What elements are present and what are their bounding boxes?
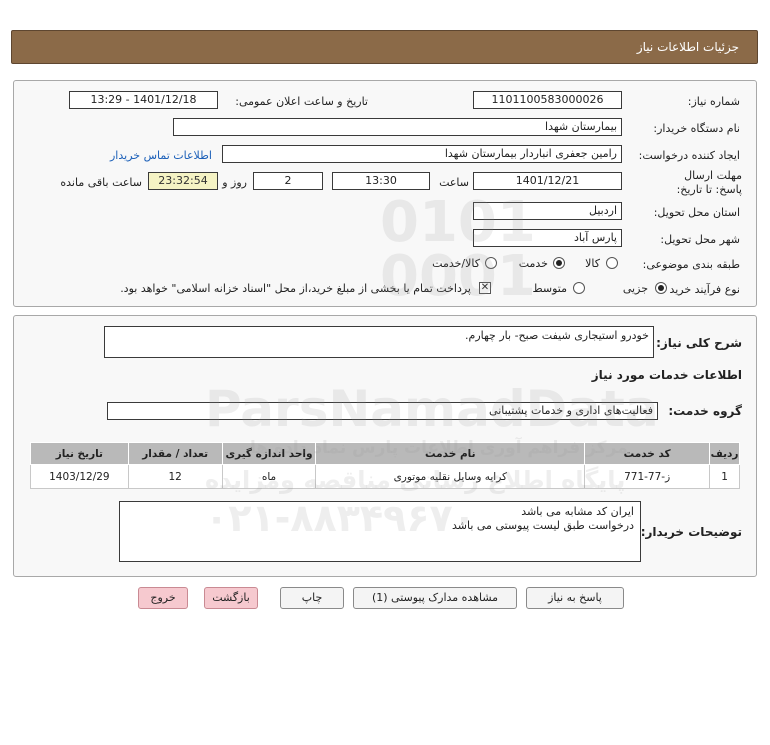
summary-label: شرح کلی نیاز:: [656, 336, 742, 350]
cell-service-code: ز-77-771: [584, 464, 711, 489]
category-goods-service-label: کالا/خدمت: [432, 257, 480, 270]
province-label: استان محل تحویل:: [653, 206, 740, 219]
deadline-label: مهلت ارسال پاسخ: تا تاریخ:: [676, 169, 742, 196]
need-number-label: شماره نیاز:: [687, 95, 740, 108]
need-number-field: 1101100583000026: [473, 91, 622, 109]
buyer-contact-link[interactable]: اطلاعات تماس خریدار: [110, 149, 212, 162]
category-service-radio[interactable]: [553, 257, 565, 269]
purchase-minor-radio[interactable]: [655, 282, 667, 294]
buyer-notes-label: توضیحات خریدار:: [640, 525, 742, 539]
col-quantity: تعداد / مقدار: [127, 442, 223, 465]
category-service-label: خدمت: [518, 257, 548, 270]
category-label: طبقه بندی موضوعی:: [642, 258, 740, 271]
cell-row-number: 1: [709, 464, 740, 489]
purchase-medium-radio[interactable]: [573, 282, 585, 294]
deadline-time-field: 13:30: [332, 172, 430, 190]
purchase-medium-label: متوسط: [532, 282, 567, 295]
buyer-notes-box: ایران کد مشابه می باشد درخواست طبق لیست …: [119, 501, 641, 562]
col-row-number: ردیف: [709, 442, 740, 465]
category-goods-label: کالا: [585, 257, 600, 270]
service-group-label: گروه خدمت:: [668, 404, 742, 418]
cell-quantity: 12: [127, 464, 223, 489]
col-service-name: نام خدمت: [315, 442, 586, 465]
city-label: شهر محل تحویل:: [660, 233, 740, 246]
province-field: اردبیل: [473, 202, 622, 220]
exit-button[interactable]: خروج: [138, 587, 188, 609]
page-title-bar: جزئیات اطلاعات نیاز: [11, 30, 758, 64]
treasury-payment-note: پرداخت تمام یا بخشی از مبلغ خرید،از محل …: [120, 282, 471, 295]
buyer-notes-line: درخواست طبق لیست پیوستی می باشد: [451, 519, 634, 532]
buyer-org-label: نام دستگاه خریدار:: [653, 122, 740, 135]
print-button[interactable]: چاپ: [280, 587, 344, 609]
remaining-time-field: 23:32:54: [148, 172, 218, 190]
remaining-label: ساعت باقی مانده: [60, 176, 142, 189]
cell-service-name: کرایه وسایل نقلیه موتوری: [315, 464, 586, 489]
services-table: ردیف کد خدمت نام خدمت واحد اندازه گیری ت…: [30, 442, 740, 489]
buyer-notes-line: ایران کد مشابه می باشد: [521, 505, 634, 518]
treasury-payment-checkbox[interactable]: ✕: [479, 282, 491, 294]
deadline-time-label: ساعت: [439, 176, 469, 189]
need-info-panel: [13, 80, 757, 307]
deadline-date-field: 1401/12/21: [473, 172, 622, 190]
category-goods-service-radio[interactable]: [485, 257, 497, 269]
days-label: روز و: [222, 176, 247, 189]
announce-field: 1401/12/18 - 13:29: [69, 91, 218, 109]
purchase-minor-label: جزیی: [622, 282, 648, 295]
requester-label: ایجاد کننده درخواست:: [638, 149, 740, 162]
view-attachments-button[interactable]: مشاهده مدارک پیوستی (1): [353, 587, 517, 609]
summary-field: خودرو استیجاری شیفت صبح- بار چهارم.: [104, 326, 654, 358]
announce-label: تاریخ و ساعت اعلان عمومی:: [235, 95, 368, 108]
col-service-code: کد خدمت: [584, 442, 711, 465]
days-field: 2: [253, 172, 323, 190]
requester-field: رامین جعفری انباردار بیمارستان شهدا: [222, 145, 622, 163]
services-title: اطلاعات خدمات مورد نیاز: [591, 368, 742, 382]
col-need-date: تاریخ نیاز: [30, 442, 129, 465]
table-row: 1 ز-77-771 کرایه وسایل نقلیه موتوری ماه …: [30, 464, 740, 489]
reply-button[interactable]: پاسخ به نیاز: [526, 587, 624, 609]
service-group-field: فعالیت‌های اداری و خدمات پشتیبانی: [107, 402, 658, 420]
page-title: جزئیات اطلاعات نیاز: [636, 40, 739, 54]
cell-unit: ماه: [221, 464, 317, 489]
purchase-type-label: نوع فرآیند خرید :: [662, 283, 740, 296]
back-button[interactable]: بازگشت: [204, 587, 258, 609]
cell-need-date: 1403/12/29: [30, 464, 129, 489]
buyer-org-field: بیمارستان شهدا: [173, 118, 622, 136]
category-goods-radio[interactable]: [606, 257, 618, 269]
col-unit: واحد اندازه گیری: [221, 442, 317, 465]
city-field: پارس آباد: [473, 229, 622, 247]
table-header-row: ردیف کد خدمت نام خدمت واحد اندازه گیری ت…: [30, 442, 740, 465]
